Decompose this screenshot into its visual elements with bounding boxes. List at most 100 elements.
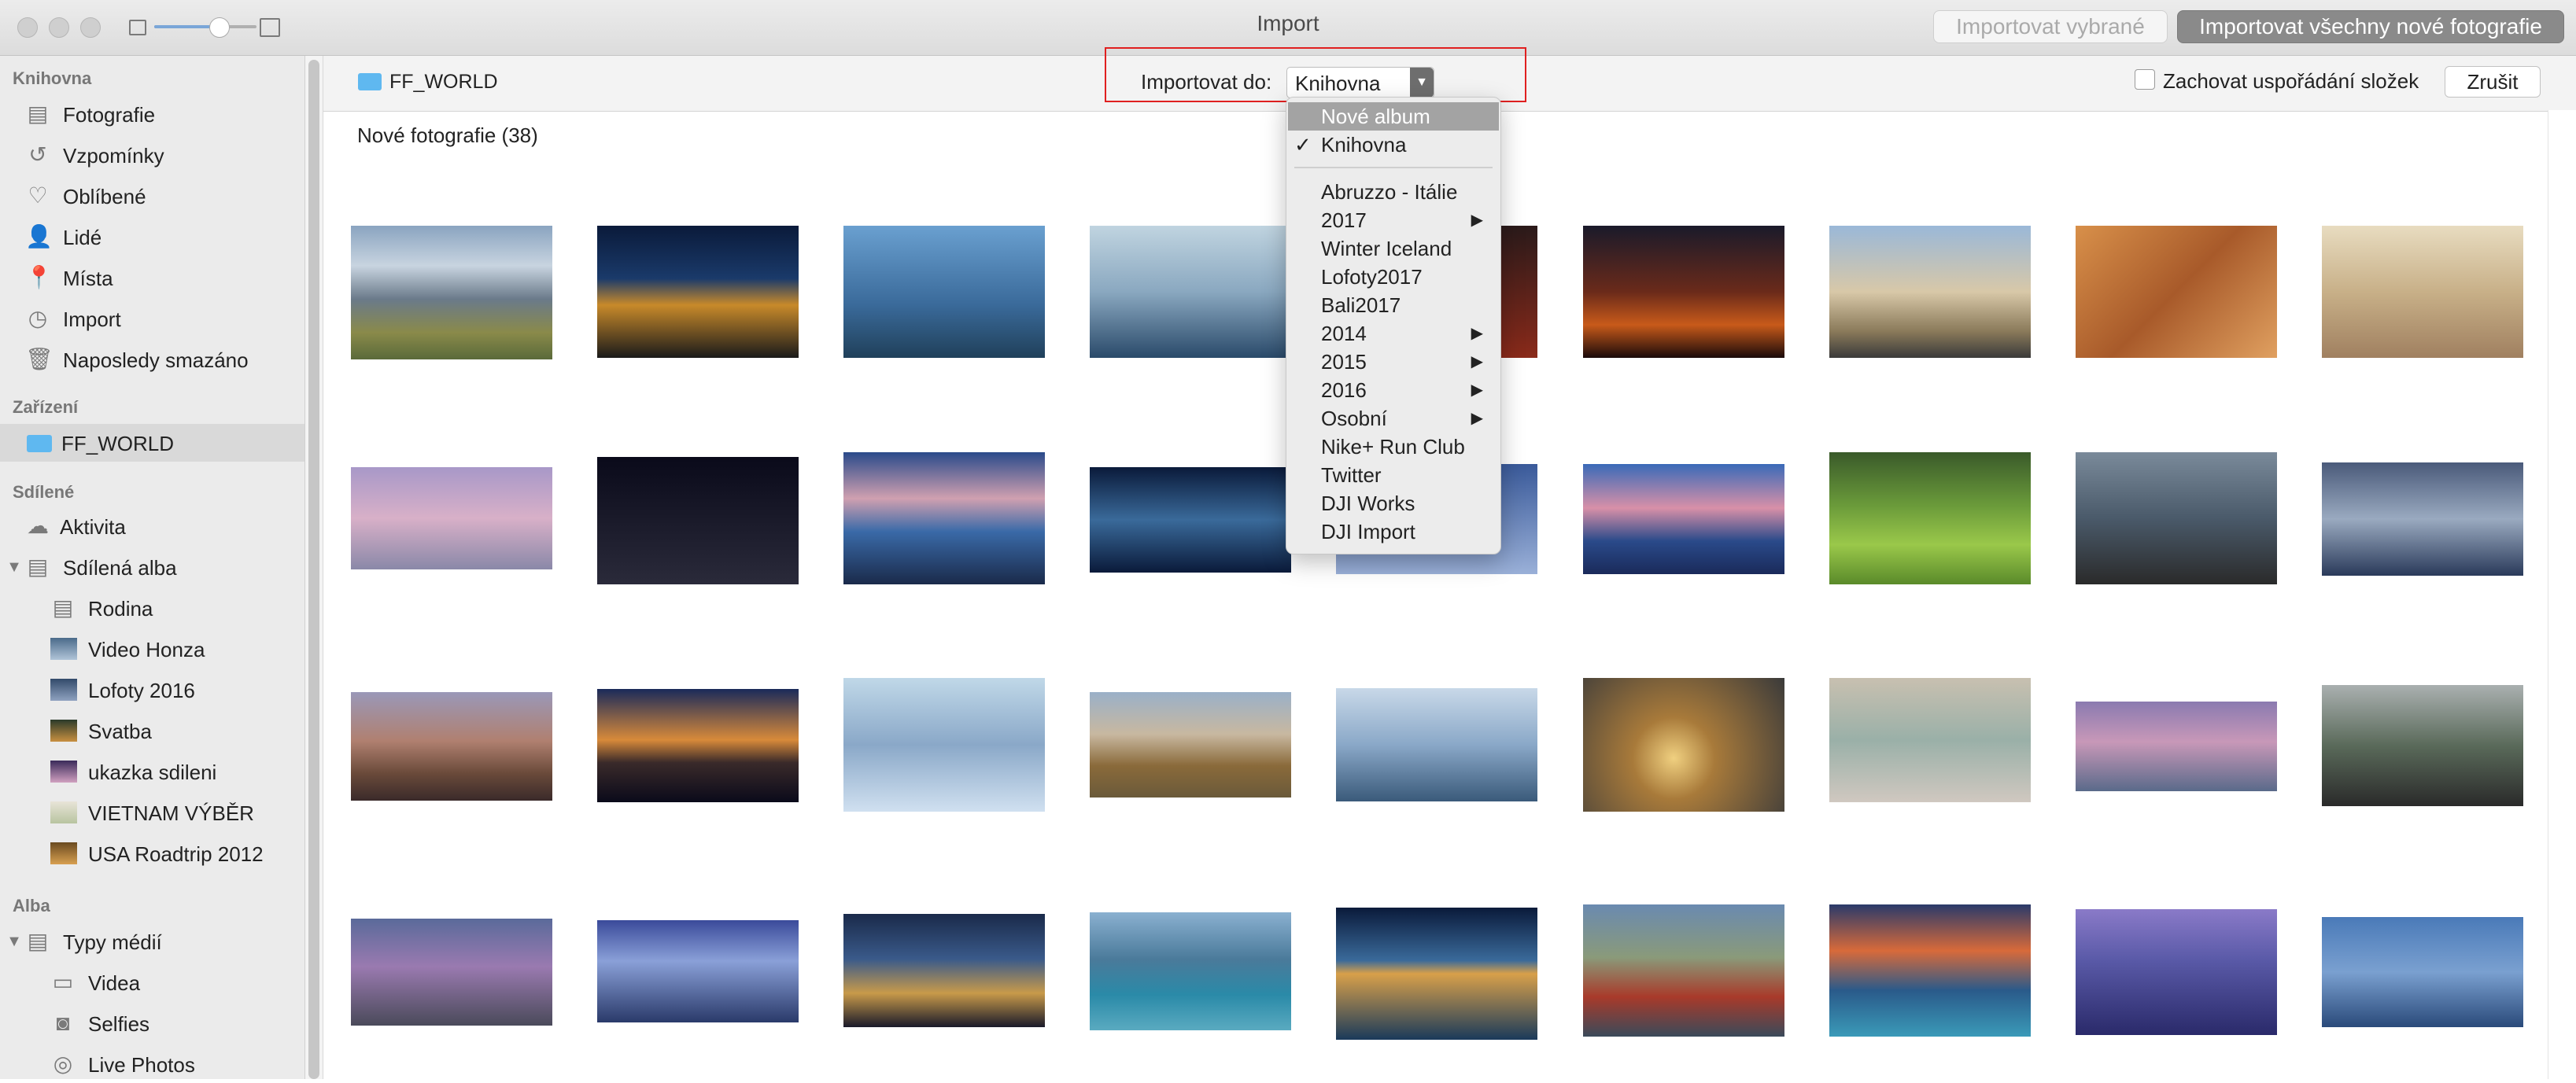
menu-item-osobni[interactable]: Osobní ▶ [1286, 404, 1500, 433]
sidebar-item-live-photos[interactable]: ◎ Live Photos [0, 1045, 304, 1083]
menu-item-winter-iceland[interactable]: Winter Iceland [1286, 234, 1500, 263]
menu-item-2016[interactable]: 2016 ▶ [1286, 376, 1500, 404]
album-icon: ▤ [52, 595, 74, 620]
submenu-arrow-icon: ▶ [1471, 325, 1483, 342]
import-destination-menu: Nové album ✓ Knihovna Abruzzo - Itálie 20… [1286, 97, 1501, 554]
photo-thumbnail[interactable] [1090, 467, 1291, 573]
sidebar-scrollbar-thumb[interactable] [308, 60, 319, 1079]
memories-icon: ↺ [28, 142, 47, 167]
sidebar-item-activity[interactable]: ☁ Aktivita [0, 507, 304, 545]
photo-thumbnail[interactable] [1583, 226, 1784, 358]
photo-thumbnail[interactable] [597, 689, 799, 802]
menu-item-2015[interactable]: 2015 ▶ [1286, 348, 1500, 376]
photo-thumbnail[interactable] [597, 226, 799, 358]
content-scrollbar[interactable] [2548, 110, 2576, 1079]
photo-thumbnail[interactable] [351, 919, 552, 1026]
photo-thumbnail[interactable] [351, 226, 552, 359]
sidebar-item-import[interactable]: ◷ Import [0, 300, 304, 337]
sidebar-item-device[interactable]: FF_WORLD [0, 424, 304, 462]
menu-item-dji-works[interactable]: DJI Works [1286, 489, 1500, 518]
photos-icon: ▤ [27, 101, 49, 126]
album-thumbnail [50, 842, 77, 864]
menu-item-2017[interactable]: 2017 ▶ [1286, 206, 1500, 234]
photo-thumbnail[interactable] [2076, 452, 2277, 584]
sidebar-item-media-types[interactable]: ▼ ▤ Typy médií [0, 923, 304, 960]
photo-thumbnail[interactable] [1090, 226, 1291, 358]
camera-icon: ◙ [56, 1011, 70, 1035]
disclosure-triangle-icon[interactable]: ▼ [2, 554, 27, 580]
sidebar-item-photos[interactable]: ▤ Fotografie [0, 95, 304, 133]
photo-thumbnail[interactable] [1829, 452, 2031, 584]
sidebar-item-shared-3[interactable]: Lofoty 2016 [0, 671, 304, 709]
cancel-button[interactable]: Zrušit [2445, 66, 2541, 98]
sidebar-item-places[interactable]: 📍 Místa [0, 259, 304, 297]
photo-thumbnail[interactable] [2076, 226, 2277, 358]
submenu-arrow-icon: ▶ [1471, 212, 1483, 229]
photo-thumbnail[interactable] [843, 678, 1045, 812]
menu-item-bali2017[interactable]: Bali2017 [1286, 291, 1500, 319]
photo-thumbnail[interactable] [843, 226, 1045, 358]
photo-thumbnail[interactable] [2322, 226, 2523, 358]
trash-icon: 🗑 [25, 347, 54, 371]
sidebar-item-shared-6[interactable]: VIETNAM VÝBĚR [0, 794, 304, 831]
clock-icon: ◷ [28, 306, 48, 330]
submenu-arrow-icon: ▶ [1471, 381, 1483, 399]
sidebar-item-recently-deleted[interactable]: 🗑 Naposledy smazáno [0, 341, 304, 378]
menu-item-lofoty2017[interactable]: Lofoty2017 [1286, 263, 1500, 291]
photo-thumbnail[interactable] [351, 467, 552, 569]
menu-item-abruzzo[interactable]: Abruzzo - Itálie [1286, 178, 1500, 206]
keep-folders-checkbox[interactable] [2135, 69, 2155, 90]
folder-icon [27, 435, 52, 452]
photo-thumbnail[interactable] [1583, 904, 1784, 1037]
heart-icon: ♡ [28, 183, 48, 208]
photo-thumbnail[interactable] [1829, 678, 2031, 802]
disclosure-triangle-icon[interactable]: ▼ [2, 929, 27, 954]
source-folder-label: FF_WORLD [389, 71, 498, 93]
photo-thumbnail[interactable] [597, 920, 799, 1022]
sidebar-item-videos[interactable]: ▭ Videa [0, 963, 304, 1001]
photo-thumbnail[interactable] [1336, 908, 1537, 1040]
cloud-icon: ☁ [27, 514, 49, 538]
menu-item-nike-run-club[interactable]: Nike+ Run Club [1286, 433, 1500, 461]
sidebar-item-favorites[interactable]: ♡ Oblíbené [0, 177, 304, 215]
photo-thumbnail[interactable] [351, 692, 552, 801]
photo-thumbnail[interactable] [2322, 462, 2523, 576]
sidebar-item-shared-1[interactable]: ▤ Rodina [0, 589, 304, 627]
menu-item-twitter[interactable]: Twitter [1286, 461, 1500, 489]
sidebar-item-shared-5[interactable]: ukazka sdileni [0, 753, 304, 790]
photo-thumbnail[interactable] [2322, 917, 2523, 1027]
section-header-devices: Zařízení [13, 397, 79, 417]
photo-thumbnail[interactable] [597, 457, 799, 584]
photo-thumbnail[interactable] [1583, 678, 1784, 812]
sidebar-item-shared-4[interactable]: Svatba [0, 712, 304, 750]
sidebar-item-memories[interactable]: ↺ Vzpomínky [0, 136, 304, 174]
import-selected-button[interactable]: Importovat vybrané [1933, 10, 2168, 43]
sidebar-item-shared-7[interactable]: USA Roadtrip 2012 [0, 834, 304, 872]
sidebar: Knihovna ▤ Fotografie ↺ Vzpomínky ♡ Oblíben… [0, 56, 305, 1079]
menu-item-dji-import[interactable]: DJI Import [1286, 518, 1500, 546]
photo-thumbnail[interactable] [1090, 912, 1291, 1030]
sidebar-item-selfies[interactable]: ◙ Selfies [0, 1004, 304, 1042]
menu-item-2014[interactable]: 2014 ▶ [1286, 319, 1500, 348]
album-stack-icon: ▤ [27, 554, 49, 579]
photo-thumbnail[interactable] [2322, 685, 2523, 806]
photo-thumbnail[interactable] [1829, 904, 2031, 1037]
photo-thumbnail[interactable] [2076, 702, 2277, 791]
section-header-albums: Alba [13, 896, 50, 915]
photo-thumbnail[interactable] [1090, 692, 1291, 798]
menu-separator [1294, 167, 1493, 168]
sidebar-item-shared-albums[interactable]: ▼ ▤ Sdílená alba [0, 548, 304, 586]
sidebar-item-people[interactable]: 👤 Lidé [0, 218, 304, 256]
menu-item-library[interactable]: ✓ Knihovna [1286, 131, 1500, 159]
album-thumbnail [50, 720, 77, 742]
photo-thumbnail[interactable] [1829, 226, 2031, 358]
sidebar-item-shared-2[interactable]: Video Honza [0, 630, 304, 668]
section-title: Nové fotografie (38) [357, 123, 538, 147]
import-all-button[interactable]: Importovat všechny nové fotografie [2177, 10, 2564, 43]
photo-thumbnail[interactable] [1336, 688, 1537, 801]
menu-item-new-album[interactable]: Nové album [1288, 102, 1499, 131]
photo-thumbnail[interactable] [843, 452, 1045, 584]
photo-thumbnail[interactable] [1583, 464, 1784, 574]
photo-thumbnail[interactable] [2076, 909, 2277, 1035]
photo-thumbnail[interactable] [843, 914, 1045, 1027]
